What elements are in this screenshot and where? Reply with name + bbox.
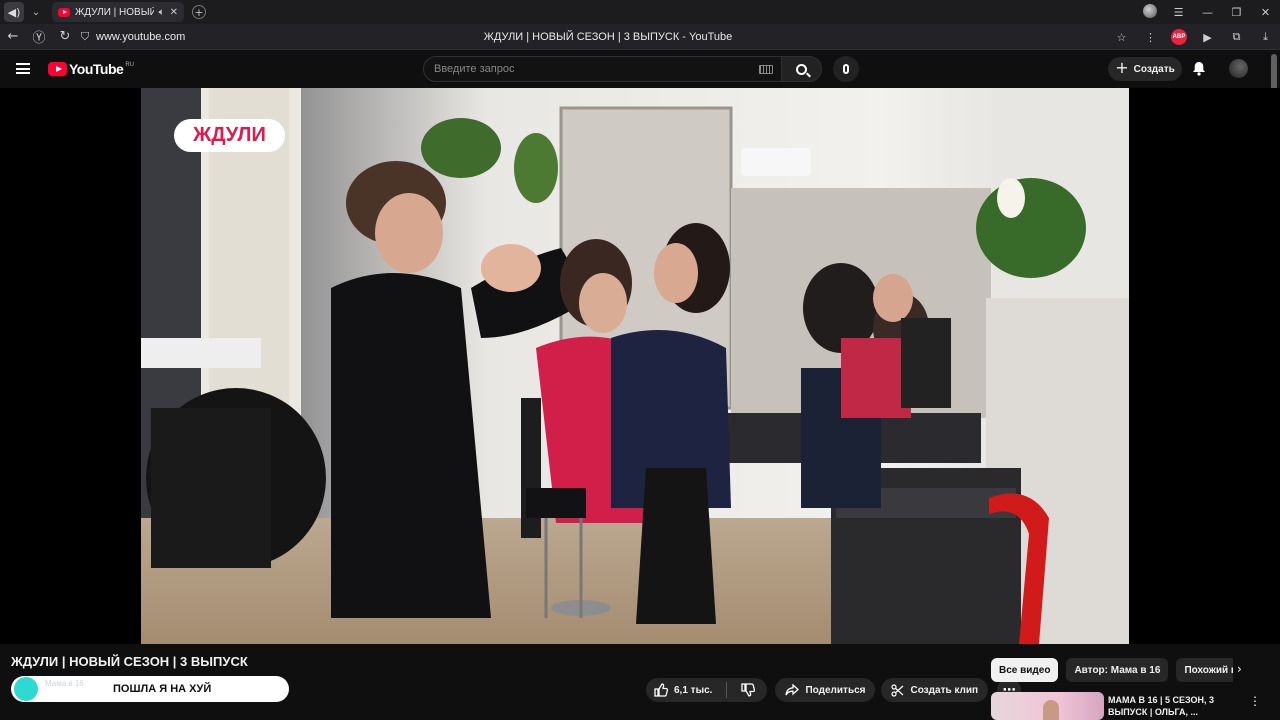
keyboard-icon[interactable] <box>759 64 773 74</box>
new-tab-button[interactable]: + <box>192 5 206 19</box>
chip-all-videos[interactable]: Все видео <box>991 658 1059 682</box>
thumbs-up-icon[interactable] <box>654 683 668 697</box>
scissors-icon <box>891 683 904 697</box>
search-icon <box>796 63 807 75</box>
clip-label: Создать клип <box>910 684 979 696</box>
media-icon[interactable]: ▶ <box>1193 31 1222 44</box>
youtube-favicon-icon <box>58 7 70 17</box>
channel-avatar[interactable] <box>14 677 38 701</box>
recommendation-title[interactable]: МАМА В 16 | 5 СЕЗОН, 3 ВЫПУСК | ОЛЬГА, .… <box>1108 694 1238 718</box>
plus-icon: + <box>1115 58 1129 77</box>
microphone-icon <box>843 64 849 74</box>
window-controls: ☰ — ❐ ✕ <box>1135 0 1280 24</box>
chip-related[interactable]: Похожий контент <box>1176 658 1233 682</box>
browser-tab-bar: ◀) ⌄ ЖДУЛИ | НОВЫЙ СЕ 🔈︎ ✕ + ☰ — ❐ ✕ <box>0 0 1280 24</box>
translate-icon[interactable]: ⧉ <box>1222 30 1251 44</box>
avatar[interactable] <box>1229 59 1248 78</box>
channel-watermark: ЖДУЛИ <box>174 119 285 152</box>
share-button[interactable]: Поделиться <box>775 678 876 702</box>
more-vert-icon[interactable]: ⋮ <box>1249 694 1261 708</box>
minimize-button[interactable]: — <box>1193 6 1222 19</box>
menu-icon[interactable] <box>16 63 30 74</box>
browser-tab[interactable]: ЖДУЛИ | НОВЫЙ СЕ 🔈︎ ✕ <box>52 2 184 22</box>
address-bar: ← Ⓨ ↻ ⛉ www.youtube.com ЖДУЛИ | НОВЫЙ СЕ… <box>0 24 1280 50</box>
more-icon[interactable]: ⋮ <box>1136 31 1165 44</box>
yandex-icon[interactable]: Ⓨ <box>26 27 52 46</box>
youtube-logo[interactable]: YouTube RU <box>48 61 134 77</box>
video-title: ЖДУЛИ | НОВЫЙ СЕЗОН | 3 ВЫПУСК <box>11 654 248 669</box>
tab-title: ЖДУЛИ | НОВЫЙ СЕ <box>75 6 154 18</box>
recommendation-thumbnail[interactable] <box>991 692 1104 720</box>
search-input[interactable] <box>434 63 759 75</box>
related-filter-chips: Все видео Автор: Мама в 16 Похожий конте… <box>991 658 1233 682</box>
divider <box>726 682 728 698</box>
close-icon[interactable]: ✕ <box>170 7 178 18</box>
notifications-bell-icon[interactable] <box>1192 61 1206 76</box>
search-button[interactable] <box>781 56 822 82</box>
like-count[interactable]: 6,1 тыс. <box>674 685 712 696</box>
thumbs-down-icon[interactable] <box>741 683 756 697</box>
logo-text: YouTube <box>69 61 124 77</box>
video-actions: 6,1 тыс. Поделиться Создать клип ⋯ <box>646 678 1022 702</box>
menu-icon[interactable]: ☰ <box>1164 6 1193 19</box>
back-icon[interactable]: ← <box>0 29 26 44</box>
channel-name[interactable]: Мама в 16 <box>45 679 84 688</box>
create-button[interactable]: + Создать <box>1108 57 1182 81</box>
chevron-down-icon[interactable]: ⌄ <box>26 2 46 22</box>
url-field[interactable]: www.youtube.com <box>96 31 185 43</box>
chip-channel[interactable]: Автор: Мама в 16 <box>1066 658 1169 682</box>
share-label: Поделиться <box>805 684 866 696</box>
video-frame <box>141 88 1129 644</box>
profile-icon[interactable] <box>1135 3 1164 21</box>
speaker-icon[interactable]: 🔈︎ <box>159 7 165 18</box>
chevron-right-icon[interactable]: › <box>1237 662 1242 676</box>
like-dislike-group: 6,1 тыс. <box>646 678 768 702</box>
restore-button[interactable]: ❐ <box>1222 6 1251 19</box>
youtube-logo-icon <box>48 62 67 76</box>
extensions-bar: ☆ ⋮ ABP ▶ ⧉ ⤓ <box>1107 24 1280 50</box>
voice-search-button[interactable] <box>833 56 859 82</box>
video-player[interactable] <box>141 88 1129 644</box>
reload-icon[interactable]: ↻ <box>52 29 78 44</box>
channel-overlay-text: ПОШЛА Я НА ХУЙ <box>113 683 212 695</box>
adblock-icon[interactable]: ABP <box>1171 29 1187 45</box>
region-label: RU <box>125 61 134 68</box>
create-label: Создать <box>1133 63 1175 75</box>
share-icon <box>785 684 800 696</box>
audio-icon[interactable]: ◀) <box>4 2 24 22</box>
close-window-button[interactable]: ✕ <box>1251 6 1280 19</box>
lock-icon[interactable]: ⛉ <box>78 30 92 44</box>
search-box[interactable] <box>423 56 782 82</box>
youtube-header: YouTube RU <box>0 50 1280 88</box>
clip-button[interactable]: Создать клип <box>881 678 989 702</box>
download-icon[interactable]: ⤓ <box>1251 30 1280 44</box>
bookmark-icon[interactable]: ☆ <box>1107 31 1136 44</box>
